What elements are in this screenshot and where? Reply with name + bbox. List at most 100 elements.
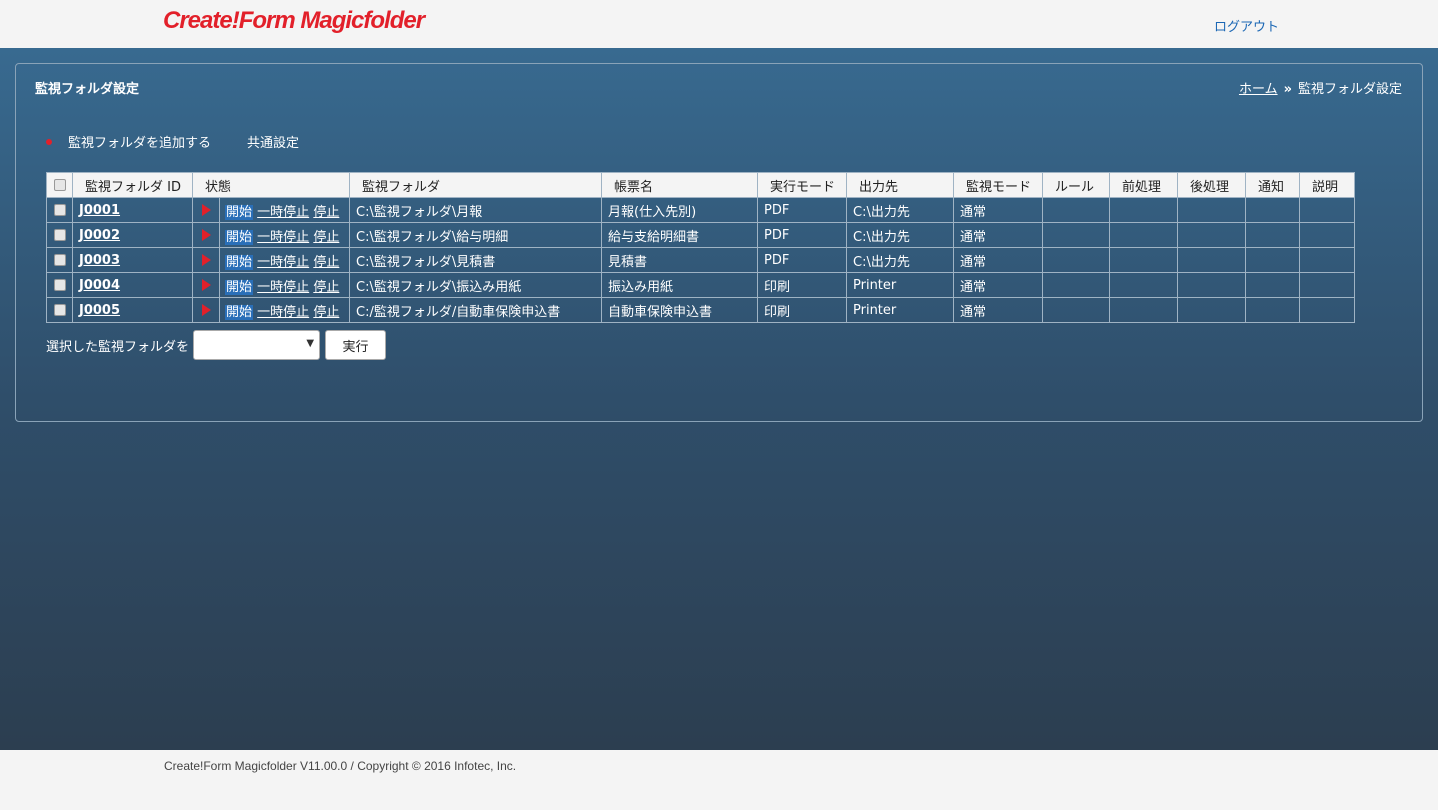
- job-id-link[interactable]: J0001: [79, 203, 120, 218]
- job-id-link[interactable]: J0003: [79, 253, 120, 268]
- start-link[interactable]: 開始: [225, 304, 254, 320]
- notify-cell: [1245, 297, 1300, 323]
- column-header-notify[interactable]: 通知: [1245, 172, 1300, 198]
- job-id-link[interactable]: J0002: [79, 228, 120, 243]
- row-checkbox-cell: [46, 247, 73, 273]
- desc-cell: [1299, 197, 1355, 223]
- table-row: J0005 開始 一時停止 停止 C:/監視フォルダ/自動車保険申込書 自動車保…: [46, 297, 1355, 323]
- column-header-post[interactable]: 後処理: [1177, 172, 1246, 198]
- play-icon: [201, 279, 211, 291]
- rule-cell: [1042, 272, 1110, 298]
- form-cell: 見積書: [601, 247, 758, 273]
- state-cell: 開始 一時停止 停止: [219, 297, 350, 323]
- pause-link[interactable]: 一時停止: [257, 305, 309, 320]
- table-row: J0003 開始 一時停止 停止 C:\監視フォルダ\見積書 見積書 PDF C…: [46, 247, 1355, 273]
- stop-link[interactable]: 停止: [313, 230, 339, 245]
- app-logo: Create!Form Magicfolder: [163, 7, 425, 34]
- table-row: J0001 開始 一時停止 停止 C:\監視フォルダ\月報 月報(仕入先別) P…: [46, 197, 1355, 223]
- column-header-mode[interactable]: 実行モード: [757, 172, 847, 198]
- row-checkbox[interactable]: [53, 254, 66, 266]
- row-checkbox[interactable]: [53, 204, 66, 216]
- rule-cell: [1042, 247, 1110, 273]
- column-header-output[interactable]: 出力先: [846, 172, 954, 198]
- state-cell: 開始 一時停止 停止: [219, 222, 350, 248]
- logout-link[interactable]: ログアウト: [1214, 16, 1279, 35]
- pre-cell: [1109, 297, 1178, 323]
- main-area: 監視フォルダ設定 ホーム » 監視フォルダ設定 監視フォルダを追加する 共通設定 監視…: [0, 48, 1438, 750]
- header-checkbox-cell: [46, 172, 73, 198]
- play-icon: [201, 229, 211, 241]
- notify-cell: [1245, 222, 1300, 248]
- status-icon-cell: [192, 272, 220, 298]
- status-icon-cell: [192, 222, 220, 248]
- start-link[interactable]: 開始: [225, 254, 254, 270]
- post-cell: [1177, 297, 1246, 323]
- mode-cell: 印刷: [757, 272, 847, 298]
- rule-cell: [1042, 297, 1110, 323]
- desc-cell: [1299, 272, 1355, 298]
- table-row: J0002 開始 一時停止 停止 C:\監視フォルダ\給与明細 給与支給明細書 …: [46, 222, 1355, 248]
- select-all-checkbox[interactable]: [53, 179, 66, 191]
- pause-link[interactable]: 一時停止: [257, 280, 309, 295]
- state-cell: 開始 一時停止 停止: [219, 247, 350, 273]
- folder-cell: C:\監視フォルダ\月報: [349, 197, 602, 223]
- execute-button[interactable]: 実行: [325, 330, 387, 360]
- table-header-row: 監視フォルダ ID 状態 監視フォルダ 帳票名 実行モード 出力先 監視モード …: [46, 172, 1355, 198]
- rule-cell: [1042, 222, 1110, 248]
- pre-cell: [1109, 222, 1178, 248]
- desc-cell: [1299, 247, 1355, 273]
- form-cell: 給与支給明細書: [601, 222, 758, 248]
- row-checkbox[interactable]: [53, 304, 66, 316]
- row-checkbox-cell: [46, 272, 73, 298]
- play-icon: [201, 304, 211, 316]
- row-checkbox[interactable]: [53, 229, 66, 241]
- folder-cell: C:\監視フォルダ\給与明細: [349, 222, 602, 248]
- breadcrumb: ホーム » 監視フォルダ設定: [1239, 78, 1402, 97]
- pre-cell: [1109, 247, 1178, 273]
- output-cell: Printer: [846, 297, 954, 323]
- column-header-state[interactable]: 状態: [192, 172, 350, 198]
- play-icon: [201, 204, 211, 216]
- pause-link[interactable]: 一時停止: [257, 255, 309, 270]
- status-icon-cell: [192, 247, 220, 273]
- footer: Create!Form Magicfolder V11.00.0 / Copyr…: [0, 750, 1438, 810]
- pause-link[interactable]: 一時停止: [257, 230, 309, 245]
- bulk-action-select[interactable]: ▼: [193, 330, 321, 360]
- page-title: 監視フォルダ設定: [35, 82, 140, 97]
- stop-link[interactable]: 停止: [313, 280, 339, 295]
- column-header-pre[interactable]: 前処理: [1109, 172, 1178, 198]
- output-cell: Printer: [846, 272, 954, 298]
- column-header-folder[interactable]: 監視フォルダ: [349, 172, 602, 198]
- column-header-watch-mode[interactable]: 監視モード: [953, 172, 1043, 198]
- pause-link[interactable]: 一時停止: [257, 205, 309, 220]
- bullet-icon: [46, 138, 52, 145]
- start-link[interactable]: 開始: [225, 204, 254, 220]
- output-cell: C:\出力先: [846, 222, 954, 248]
- breadcrumb-home-link[interactable]: ホーム: [1239, 82, 1278, 97]
- copyright-text: Create!Form Magicfolder V11.00.0 / Copyr…: [164, 759, 517, 773]
- id-cell: J0002: [72, 222, 193, 248]
- job-id-link[interactable]: J0004: [79, 278, 120, 293]
- start-link[interactable]: 開始: [225, 279, 254, 295]
- column-header-id[interactable]: 監視フォルダ ID: [72, 172, 193, 198]
- rule-cell: [1042, 197, 1110, 223]
- job-id-link[interactable]: J0005: [79, 303, 120, 318]
- post-cell: [1177, 222, 1246, 248]
- status-icon-cell: [192, 197, 220, 223]
- common-settings-link[interactable]: 共通設定: [247, 136, 299, 151]
- id-cell: J0003: [72, 247, 193, 273]
- state-cell: 開始 一時停止 停止: [219, 272, 350, 298]
- start-link[interactable]: 開始: [225, 229, 254, 245]
- column-header-rule[interactable]: ルール: [1042, 172, 1110, 198]
- stop-link[interactable]: 停止: [313, 305, 339, 320]
- post-cell: [1177, 197, 1246, 223]
- row-checkbox[interactable]: [53, 279, 66, 291]
- stop-link[interactable]: 停止: [313, 205, 339, 220]
- column-header-form[interactable]: 帳票名: [601, 172, 758, 198]
- column-header-desc[interactable]: 説明: [1299, 172, 1355, 198]
- stop-link[interactable]: 停止: [313, 255, 339, 270]
- mode-cell: PDF: [757, 247, 847, 273]
- watch-mode-cell: 通常: [953, 222, 1043, 248]
- add-folder-link[interactable]: 監視フォルダを追加する: [68, 136, 211, 151]
- form-cell: 自動車保険申込書: [601, 297, 758, 323]
